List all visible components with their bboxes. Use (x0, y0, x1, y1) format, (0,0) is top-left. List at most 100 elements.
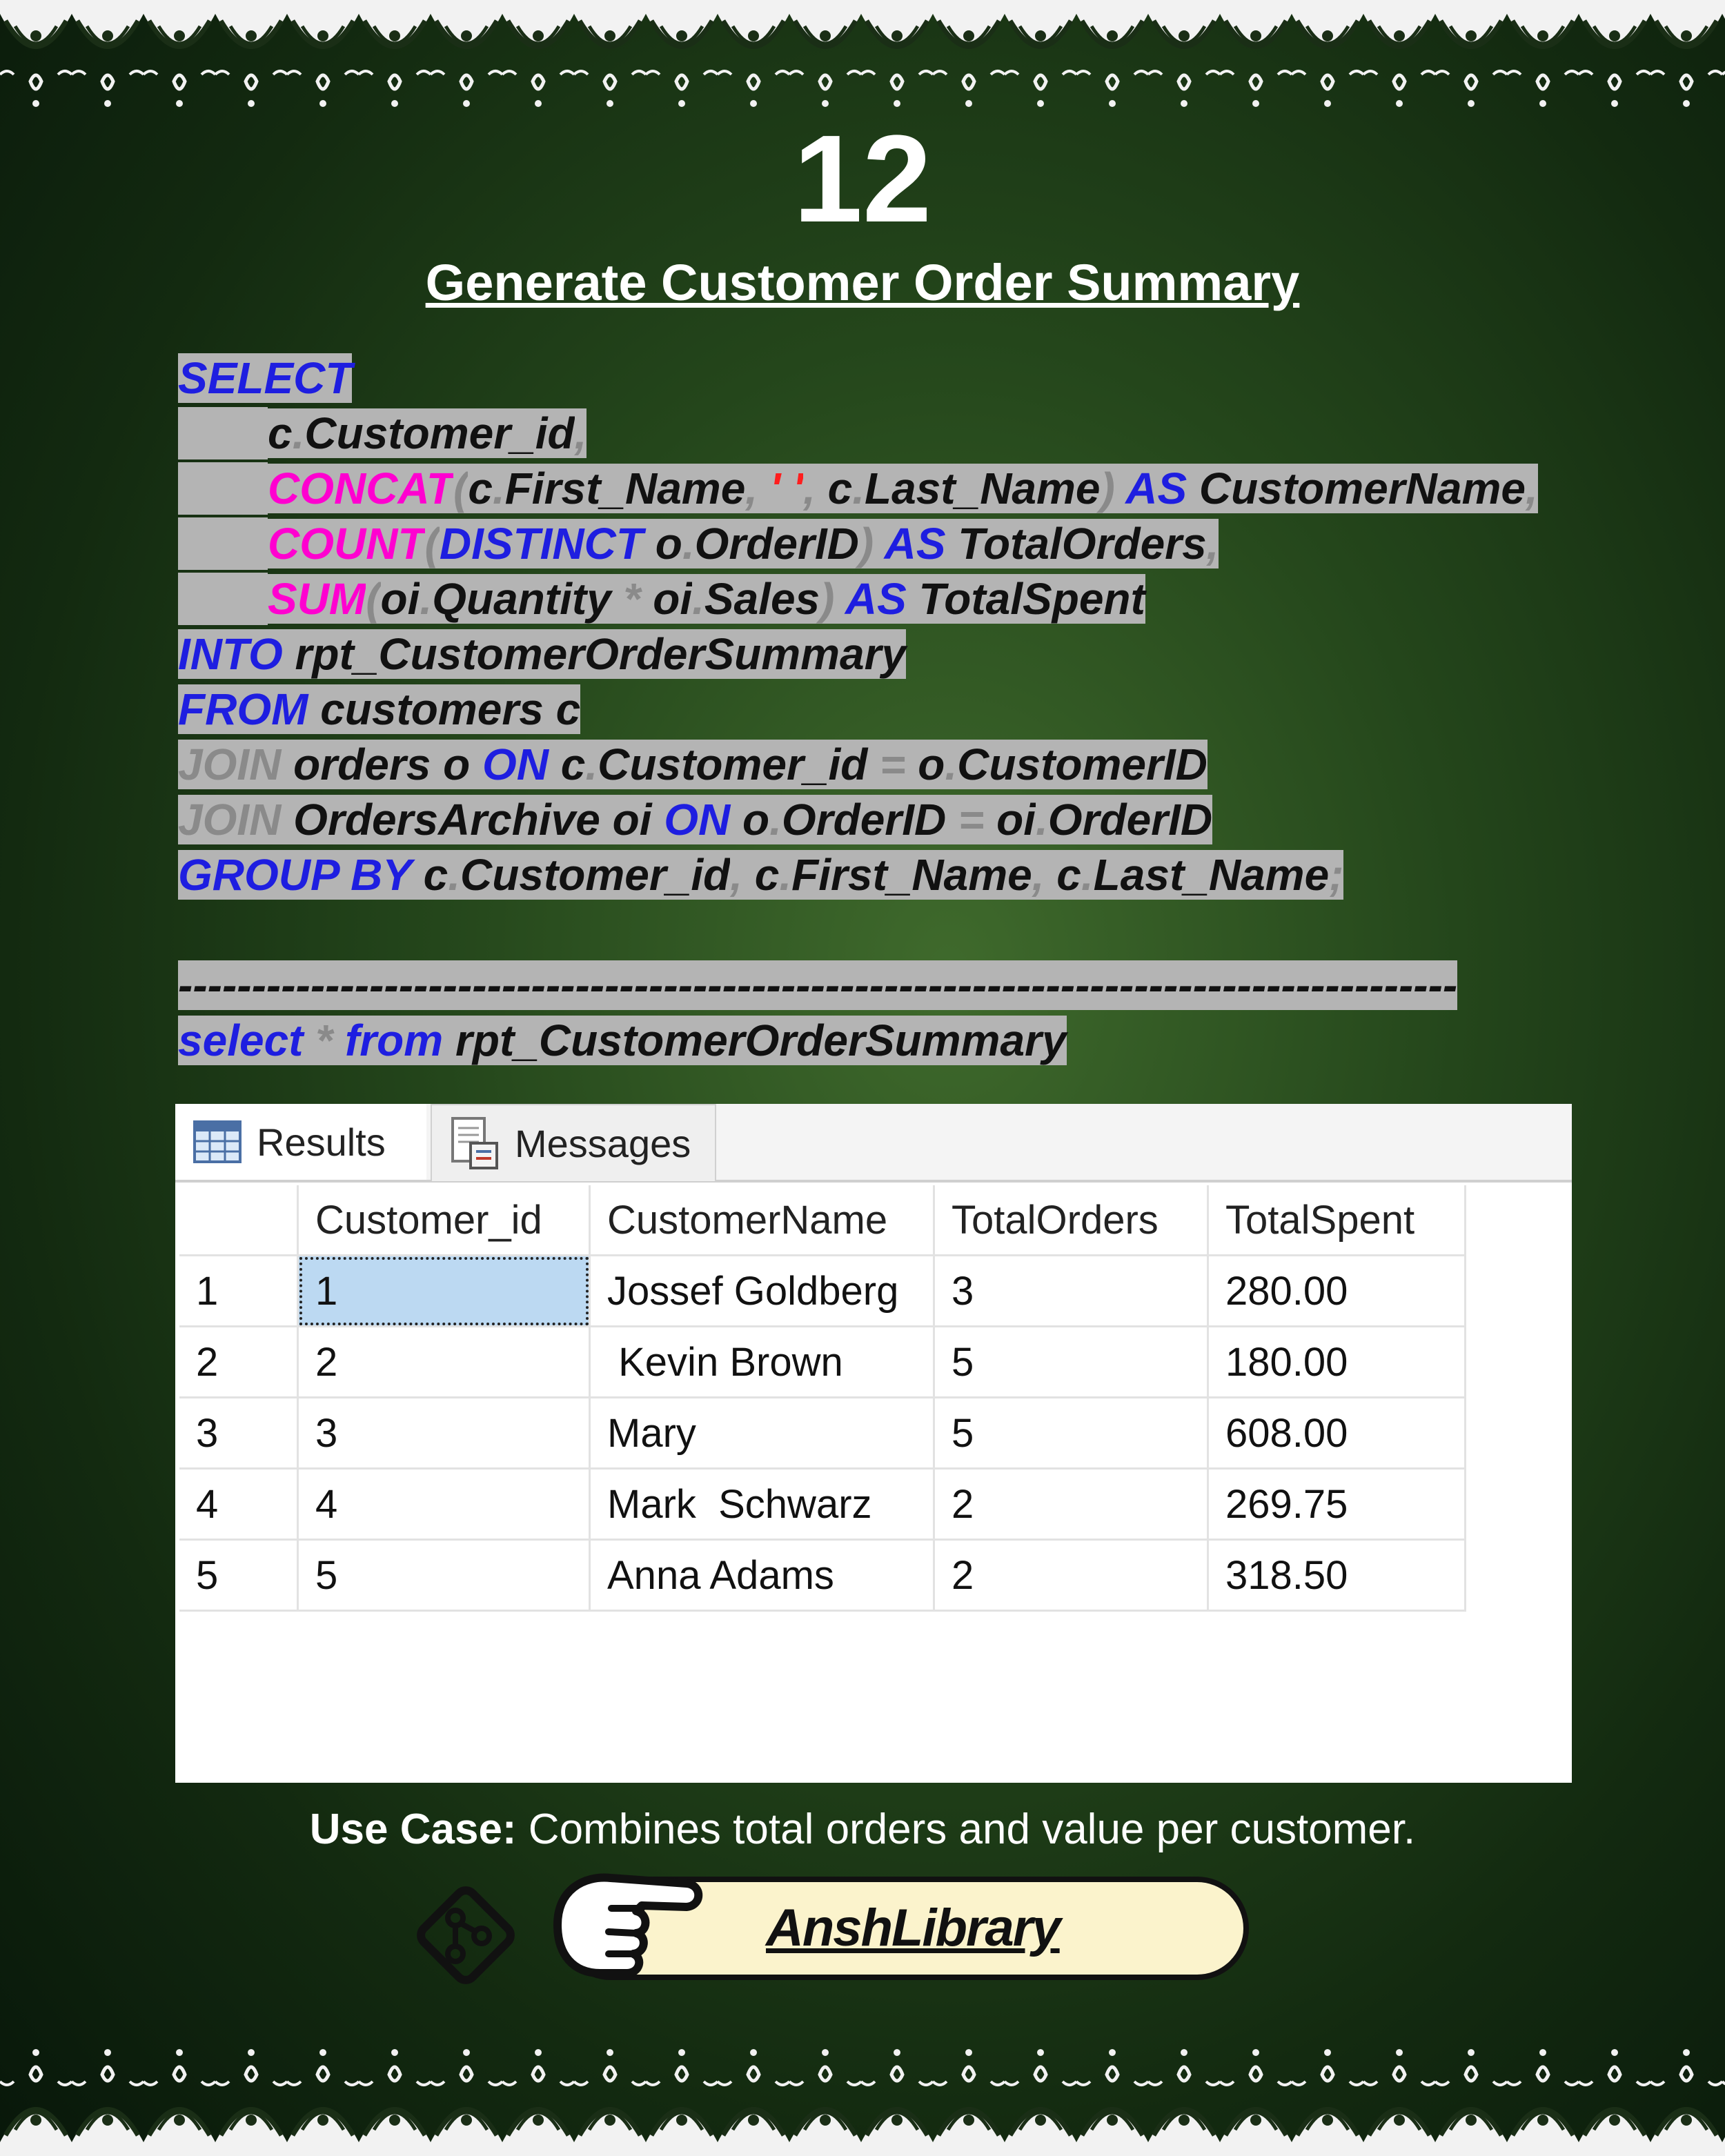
code-token: Quantity (432, 574, 624, 624)
code-token: AS (1125, 464, 1199, 513)
code-line: ----------------------------------------… (178, 959, 1458, 1011)
tab-results[interactable]: Results (175, 1104, 426, 1180)
cell-total-spent[interactable]: 280.00 (1208, 1255, 1466, 1327)
code-token: o (742, 795, 770, 844)
cell-total-spent[interactable]: 269.75 (1208, 1468, 1466, 1541)
code-token: TotalSpent (918, 574, 1145, 624)
grid-body: 1 1 Jossef Goldberg 3 280.00 2 2 Kevin Brown 5 1… (179, 1255, 1466, 1612)
code-token: DISTINCT (439, 519, 656, 568)
results-panel: Results Messages Customer_id CustomerNam… (175, 1104, 1572, 1783)
code-indent (178, 517, 268, 570)
column-header-total-spent[interactable]: TotalSpent (1208, 1185, 1466, 1256)
code-token: , (1206, 519, 1219, 568)
cell-total-spent[interactable]: 318.50 (1208, 1539, 1466, 1612)
code-token: . (945, 740, 958, 789)
code-token: OrderID (694, 519, 859, 568)
page-number: 12 (793, 110, 932, 248)
cell-total-orders[interactable]: 5 (934, 1326, 1209, 1398)
tab-results-label: Results (257, 1120, 386, 1164)
code-token: JOIN (178, 795, 294, 844)
cell-customer-id[interactable]: 2 (297, 1326, 591, 1398)
code-token: OrdersArchive oi (293, 795, 664, 844)
code-line: FROM customers c (178, 683, 581, 735)
code-token: . (682, 519, 695, 568)
code-line: INTO rpt_CustomerOrderSummary (178, 628, 907, 680)
code-token: , (574, 408, 587, 458)
code-token: customers c (320, 684, 581, 734)
code-token: . (779, 850, 792, 900)
code-token: o (655, 519, 682, 568)
code-token: . (448, 850, 460, 900)
row-number[interactable]: 2 (179, 1326, 299, 1398)
column-header-customer-name[interactable]: CustomerName (589, 1185, 935, 1256)
footer-branding: AnshLibrary (407, 1863, 1249, 1987)
code-token: = (958, 795, 997, 844)
code-token: ----------------------------------------… (178, 960, 1458, 1010)
cell-customer-name[interactable]: Anna Adams (589, 1539, 935, 1612)
results-tab-bar: Results Messages (175, 1104, 1572, 1183)
table-row[interactable]: 1 1 Jossef Goldberg 3 280.00 (179, 1255, 1466, 1327)
code-token: Last_Name (865, 464, 1101, 513)
cell-total-orders[interactable]: 3 (934, 1255, 1209, 1327)
code-token: o (918, 740, 945, 789)
use-case-label: Use Case: (309, 1806, 517, 1853)
cell-customer-name[interactable]: Mark Schwarz (589, 1468, 935, 1541)
code-line: SELECT (178, 352, 353, 404)
code-token: ( (366, 574, 381, 624)
cell-total-orders[interactable]: 2 (934, 1468, 1209, 1541)
row-number-header (179, 1185, 299, 1256)
table-row[interactable]: 5 5 Anna Adams 2 318.50 (179, 1539, 1466, 1612)
tab-messages[interactable]: Messages (431, 1104, 716, 1181)
code-token: oi (653, 574, 693, 624)
brand-name[interactable]: AnshLibrary (766, 1877, 1061, 1980)
cell-customer-id[interactable]: 4 (297, 1468, 591, 1541)
row-number[interactable]: 1 (179, 1255, 299, 1327)
code-token: ; (1329, 850, 1344, 900)
code-token: c (423, 850, 448, 900)
code-token: CustomerID (957, 740, 1208, 789)
column-header-total-orders[interactable]: TotalOrders (934, 1185, 1209, 1256)
code-token: c (754, 850, 780, 900)
code-token: c (827, 464, 853, 513)
cell-total-spent[interactable]: 180.00 (1208, 1326, 1466, 1398)
code-token: oi (996, 795, 1036, 844)
code-token: Sales (704, 574, 820, 624)
code-token: c (268, 408, 293, 458)
code-token: GROUP BY (178, 850, 424, 900)
code-token: ON (482, 740, 561, 789)
code-token: OrderID (781, 795, 958, 844)
code-token: . (692, 574, 704, 624)
row-number[interactable]: 5 (179, 1539, 299, 1612)
column-header-customer-id[interactable]: Customer_id (297, 1185, 591, 1256)
code-token: , (745, 464, 770, 513)
code-token: SELECT (178, 353, 353, 403)
page-title: Generate Customer Order Summary (425, 254, 1300, 311)
results-grid: Customer_id CustomerName TotalOrders Tot… (179, 1185, 1466, 1612)
code-token: . (420, 574, 433, 624)
cell-customer-id[interactable]: 3 (297, 1397, 591, 1470)
code-line: SUM(oi.Quantity * oi.Sales) AS TotalSpen… (178, 573, 1145, 625)
row-number[interactable]: 3 (179, 1397, 299, 1470)
code-token: . (769, 795, 782, 844)
code-token: Customer_id (304, 408, 575, 458)
cell-customer-name[interactable]: Kevin Brown (589, 1326, 935, 1398)
cell-customer-id[interactable]: 1 (297, 1255, 591, 1327)
code-token: . (852, 464, 865, 513)
code-token: c (468, 464, 493, 513)
cell-customer-id[interactable]: 5 (297, 1539, 591, 1612)
code-token: AS (845, 574, 919, 624)
code-indent (178, 407, 268, 459)
row-number[interactable]: 4 (179, 1468, 299, 1541)
table-row[interactable]: 22 Kevin Brown 5 180.00 (179, 1326, 1466, 1398)
table-row[interactable]: 4 4 Mark Schwarz 2 269.75 (179, 1468, 1466, 1541)
code-token: ' ' (769, 464, 804, 513)
cell-total-spent[interactable]: 608.00 (1208, 1397, 1466, 1470)
git-icon (417, 1886, 515, 1984)
table-row[interactable]: 3 3 Mary 5 608.00 (179, 1397, 1466, 1470)
cell-total-orders[interactable]: 2 (934, 1539, 1209, 1612)
cell-customer-name[interactable]: Jossef Goldberg (589, 1255, 935, 1327)
cell-customer-name[interactable]: Mary (589, 1397, 935, 1470)
cell-total-orders[interactable]: 5 (934, 1397, 1209, 1470)
code-token: ON (664, 795, 743, 844)
code-token: COUNT (268, 519, 425, 568)
